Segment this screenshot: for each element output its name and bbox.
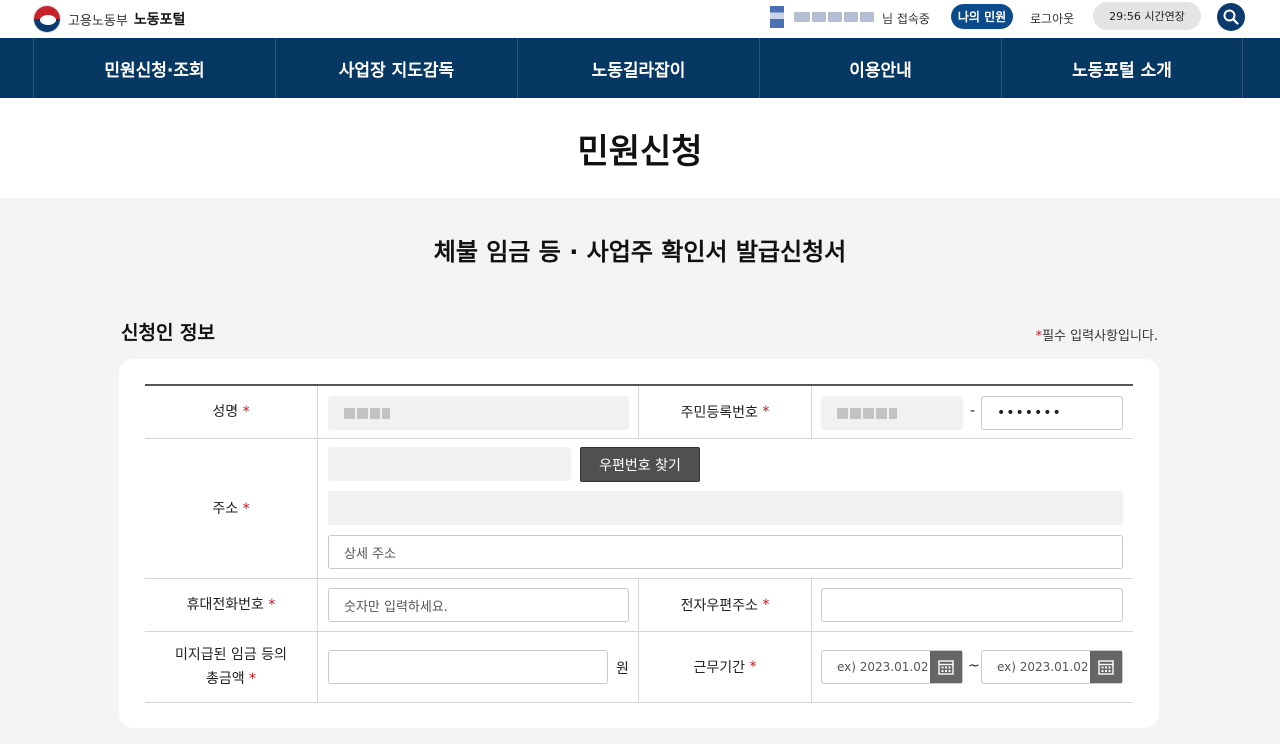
phone-input[interactable]: 숫자만 입력하세요. [328,588,629,622]
nav-item-complaints[interactable]: 민원신청·조회 [33,38,275,98]
start-date-input[interactable]: ex) 2023.01.02 [821,650,963,684]
title-band: 민원신청 [0,98,1280,198]
phone-label: 휴대전화번호 * [145,579,318,631]
currency-unit: 원 [616,661,629,677]
end-date-placeholder: ex) 2023.01.02 [997,660,1089,674]
user-status-text: 님 접속중 [882,12,930,26]
name-label: 성명 * [145,386,318,438]
unpaid-amount-label: 미지급된 임금 등의 총금액 * [145,632,318,702]
work-period-label: 근무기간 * [638,632,812,702]
name-value-redacted [344,407,390,419]
search-button[interactable] [1217,3,1245,31]
rrn-front-redacted [837,407,897,419]
zipcode-field [328,447,571,481]
nav-item-labor-guide[interactable]: 노동길라잡이 [517,38,759,98]
rrn-separator: - [970,403,976,419]
section-title: 신청인 정보 [121,322,216,344]
nav-item-about[interactable]: 노동포털 소개 [1001,38,1243,98]
detail-address-input[interactable]: 상세 주소 [328,535,1123,569]
name-field [328,396,629,430]
required-note: *필수 입력사항입니다. [1036,325,1158,344]
rrn-label: 주민등록번호 * [638,386,812,438]
required-note-text: 필수 입력사항입니다. [1042,329,1158,344]
unpaid-amount-input[interactable] [328,650,608,684]
start-date-placeholder: ex) 2023.01.02 [837,660,929,674]
form-row-amount-period: 미지급된 임금 등의 총금액 * 원 근무기간 * ex) 2023.01.02 [145,632,1133,703]
form-row-address: 주소 * 우편번호 찾기 상세 주소 [145,439,1133,579]
user-name-redacted [770,6,882,28]
form-row-contact: 휴대전화번호 * 숫자만 입력하세요. 전자우편주소 * [145,579,1133,632]
address-field [328,491,1123,525]
period-separator: ~ [968,658,980,674]
search-icon [1223,9,1239,25]
calendar-icon [1098,660,1114,675]
main-nav: 민원신청·조회 사업장 지도감독 노동길라잡이 이용안내 노동포털 소개 [0,38,1280,98]
ministry-logo[interactable]: 고용노동부 노동포털 [33,5,185,33]
page-title: 민원신청 [577,131,703,172]
applicant-form-table: 성명 * 주민등록번호 * - ••••••• 주소 * 우편번호 찾기 상세 … [145,384,1133,703]
email-label: 전자우편주소 * [638,579,812,631]
form-row-name: 성명 * 주민등록번호 * - ••••••• [145,386,1133,439]
email-input[interactable] [821,588,1123,622]
calendar-icon [938,660,954,675]
end-date-calendar-button[interactable] [1090,651,1122,683]
session-extend-button[interactable]: 29:56 시간연장 [1093,2,1201,30]
my-complaints-button[interactable]: 나의 민원 [951,4,1013,29]
applicant-form-card: 성명 * 주민등록번호 * - ••••••• 주소 * 우편번호 찾기 상세 … [119,359,1159,728]
top-bar: 고용노동부 노동포털 님 접속중 나의 민원 로그아웃 29:56 시간연장 [0,0,1280,38]
portal-name: 노동포털 [133,12,186,28]
rrn-back-input[interactable]: ••••••• [981,396,1123,430]
end-date-input[interactable]: ex) 2023.01.02 [981,650,1123,684]
nav-item-usage-guide[interactable]: 이용안내 [759,38,1001,98]
start-date-calendar-button[interactable] [930,651,962,683]
address-label: 주소 * [145,439,318,578]
ministry-name: 고용노동부 [68,13,128,29]
nav-item-inspection[interactable]: 사업장 지도감독 [275,38,517,98]
ministry-emblem-icon [33,5,61,33]
zipcode-search-button[interactable]: 우편번호 찾기 [580,447,700,482]
form-title: 체불 임금 등 · 사업주 확인서 발급신청서 [433,238,847,266]
rrn-front-field [821,396,963,430]
logout-link[interactable]: 로그아웃 [1030,10,1074,27]
